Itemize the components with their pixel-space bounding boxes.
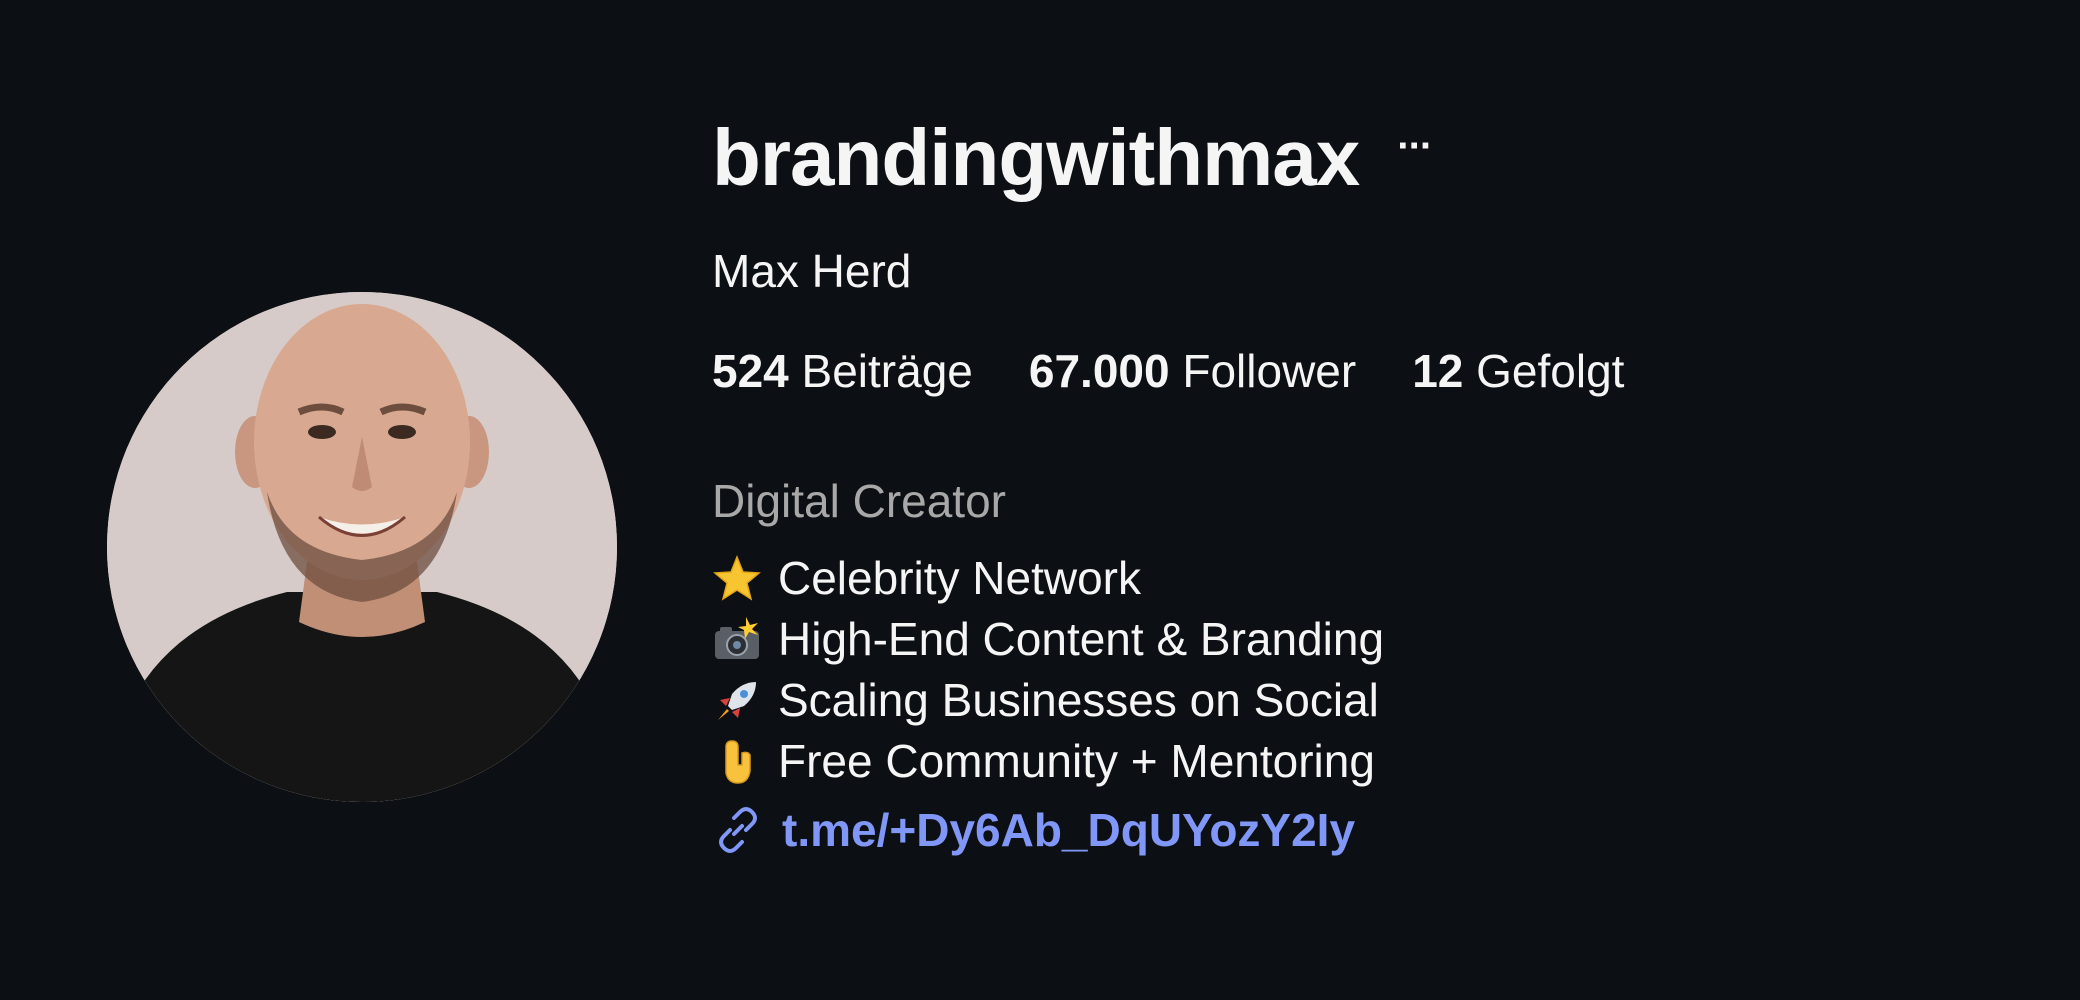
- followers-label: Follower: [1182, 345, 1357, 397]
- following-stat[interactable]: 12 Gefolgt: [1412, 344, 1624, 398]
- profile-link[interactable]: t.me/+Dy6Ab_DqUYozY2Iy: [712, 803, 1355, 857]
- avatar-photo: [107, 292, 617, 802]
- posts-count: 524: [712, 345, 789, 397]
- profile-link-text[interactable]: t.me/+Dy6Ab_DqUYozY2Iy: [782, 803, 1355, 857]
- posts-label: Beiträge: [801, 345, 973, 397]
- following-count: 12: [1412, 345, 1464, 397]
- profile-avatar[interactable]: [107, 292, 617, 802]
- bio-line: Celebrity Network: [712, 548, 1384, 609]
- bio-line: Free Community + Mentoring: [712, 731, 1384, 792]
- camera-flash-icon: [712, 615, 762, 665]
- posts-stat[interactable]: 524 Beiträge: [712, 344, 973, 398]
- rocket-icon: [712, 676, 762, 726]
- profile-header: brandingwithmax ···: [712, 113, 1433, 202]
- followers-stat[interactable]: 67.000 Follower: [1029, 344, 1356, 398]
- profile-bio: Celebrity Network High-End Content & Bra…: [712, 548, 1384, 792]
- link-icon: [712, 804, 764, 856]
- followers-count: 67.000: [1028, 345, 1170, 397]
- profile-stats: 524 Beiträge 67.000 Follower 12 Gefolgt: [712, 344, 1680, 398]
- bio-line: Scaling Businesses on Social: [712, 670, 1384, 731]
- username: brandingwithmax: [712, 113, 1360, 202]
- bio-text: Scaling Businesses on Social: [778, 674, 1379, 726]
- bio-line: High-End Content & Branding: [712, 609, 1384, 670]
- bio-text: Celebrity Network: [778, 552, 1141, 604]
- full-name: Max Herd: [712, 245, 912, 297]
- bio-text: Free Community + Mentoring: [778, 735, 1375, 787]
- following-label: Gefolgt: [1476, 345, 1625, 397]
- star-icon: [712, 554, 762, 604]
- bio-text: High-End Content & Branding: [778, 613, 1385, 665]
- pointing-down-icon: [712, 737, 762, 787]
- more-options-button[interactable]: ···: [1397, 126, 1433, 190]
- profile-category: Digital Creator: [712, 475, 1006, 527]
